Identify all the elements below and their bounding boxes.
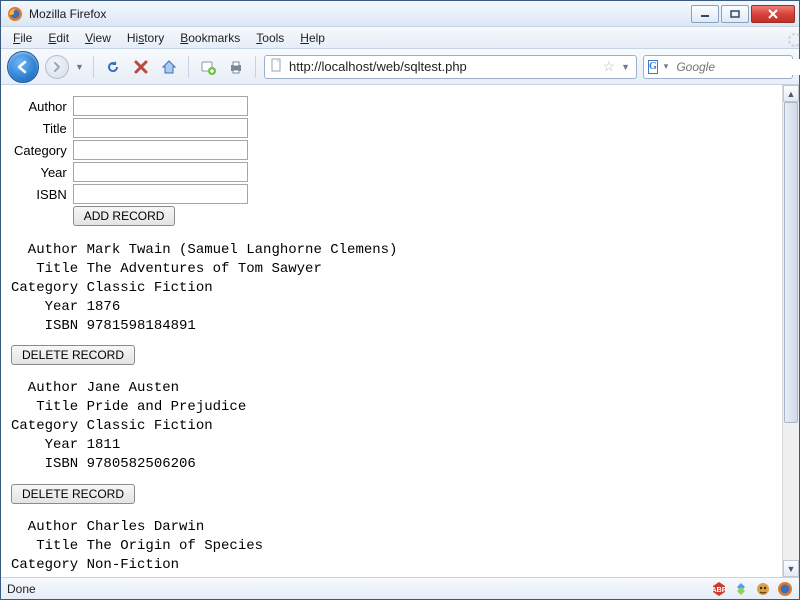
label-author: Author	[11, 95, 70, 117]
separator	[93, 56, 94, 78]
svg-text:ABP: ABP	[712, 587, 727, 594]
add-record-button[interactable]: ADD RECORD	[73, 206, 176, 226]
search-input[interactable]	[674, 59, 800, 75]
separator	[188, 56, 189, 78]
scroll-down-button[interactable]: ▼	[783, 560, 799, 577]
search-bar[interactable]: G ▾	[643, 55, 793, 79]
input-year[interactable]	[73, 162, 248, 182]
adblock-icon[interactable]: ABP	[711, 581, 727, 597]
print-button[interactable]	[225, 56, 247, 78]
addon-icon[interactable]	[733, 581, 749, 597]
menu-help[interactable]: Help	[292, 29, 333, 47]
url-dropdown[interactable]: ▼	[619, 62, 632, 72]
stop-button[interactable]	[130, 56, 152, 78]
label-title: Title	[11, 117, 70, 139]
menubar: File Edit View History Bookmarks Tools H…	[1, 27, 799, 49]
input-isbn[interactable]	[73, 184, 248, 204]
search-engine-dropdown[interactable]: ▾	[662, 61, 671, 72]
record: Author Jane Austen Title Pride and Preju…	[11, 379, 772, 473]
add-record-form: Author Title Category Year ISBN	[11, 95, 251, 227]
firefox-icon	[7, 6, 23, 22]
menu-view[interactable]: View	[77, 29, 119, 47]
toolbar: ▼ ☆ ▼ G ▾	[1, 49, 799, 85]
vertical-scrollbar[interactable]: ▲ ▼	[782, 85, 799, 577]
back-button[interactable]	[7, 51, 39, 83]
firefox-status-icon[interactable]	[777, 581, 793, 597]
separator	[255, 56, 256, 78]
menu-tools[interactable]: Tools	[248, 29, 292, 47]
record: Author Charles Darwin Title The Origin o…	[11, 518, 772, 577]
input-title[interactable]	[73, 118, 248, 138]
delete-record-button[interactable]: DELETE RECORD	[11, 345, 135, 365]
label-year: Year	[11, 161, 70, 183]
url-input[interactable]	[287, 58, 599, 75]
label-isbn: ISBN	[11, 183, 70, 205]
statusbar: Done ABP	[1, 577, 799, 599]
nav-history-dropdown[interactable]: ▼	[75, 62, 85, 72]
label-category: Category	[11, 139, 70, 161]
maximize-button[interactable]	[721, 5, 749, 23]
browser-window: Mozilla Firefox File Edit View History B…	[0, 0, 800, 600]
menu-edit[interactable]: Edit	[40, 29, 77, 47]
scroll-track[interactable]	[783, 102, 799, 560]
menu-history[interactable]: History	[119, 29, 172, 47]
window-controls	[689, 5, 795, 23]
scroll-thumb[interactable]	[784, 102, 798, 423]
search-engine-icon[interactable]: G	[648, 60, 658, 74]
activity-icon	[779, 30, 795, 46]
status-text: Done	[7, 582, 36, 596]
close-button[interactable]	[751, 5, 795, 23]
reload-button[interactable]	[102, 56, 124, 78]
page-body: Author Title Category Year ISBN	[1, 85, 782, 577]
delete-record-form: DELETE RECORD	[11, 345, 772, 365]
delete-record-button[interactable]: DELETE RECORD	[11, 484, 135, 504]
page-icon	[269, 58, 283, 75]
window-title: Mozilla Firefox	[29, 7, 106, 21]
bookmark-star-icon[interactable]: ☆	[603, 58, 616, 75]
minimize-button[interactable]	[691, 5, 719, 23]
input-category[interactable]	[73, 140, 248, 160]
menu-file[interactable]: File	[5, 29, 40, 47]
record: Author Mark Twain (Samuel Langhorne Clem…	[11, 241, 772, 335]
home-button[interactable]	[158, 56, 180, 78]
scroll-up-button[interactable]: ▲	[783, 85, 799, 102]
address-bar[interactable]: ☆ ▼	[264, 55, 637, 79]
greasemonkey-icon[interactable]	[755, 581, 771, 597]
delete-record-form: DELETE RECORD	[11, 484, 772, 504]
input-author[interactable]	[73, 96, 248, 116]
new-tab-button[interactable]	[197, 56, 219, 78]
forward-button[interactable]	[45, 55, 69, 79]
menu-bookmarks[interactable]: Bookmarks	[172, 29, 248, 47]
content-area: Author Title Category Year ISBN	[1, 85, 799, 577]
titlebar: Mozilla Firefox	[1, 1, 799, 27]
